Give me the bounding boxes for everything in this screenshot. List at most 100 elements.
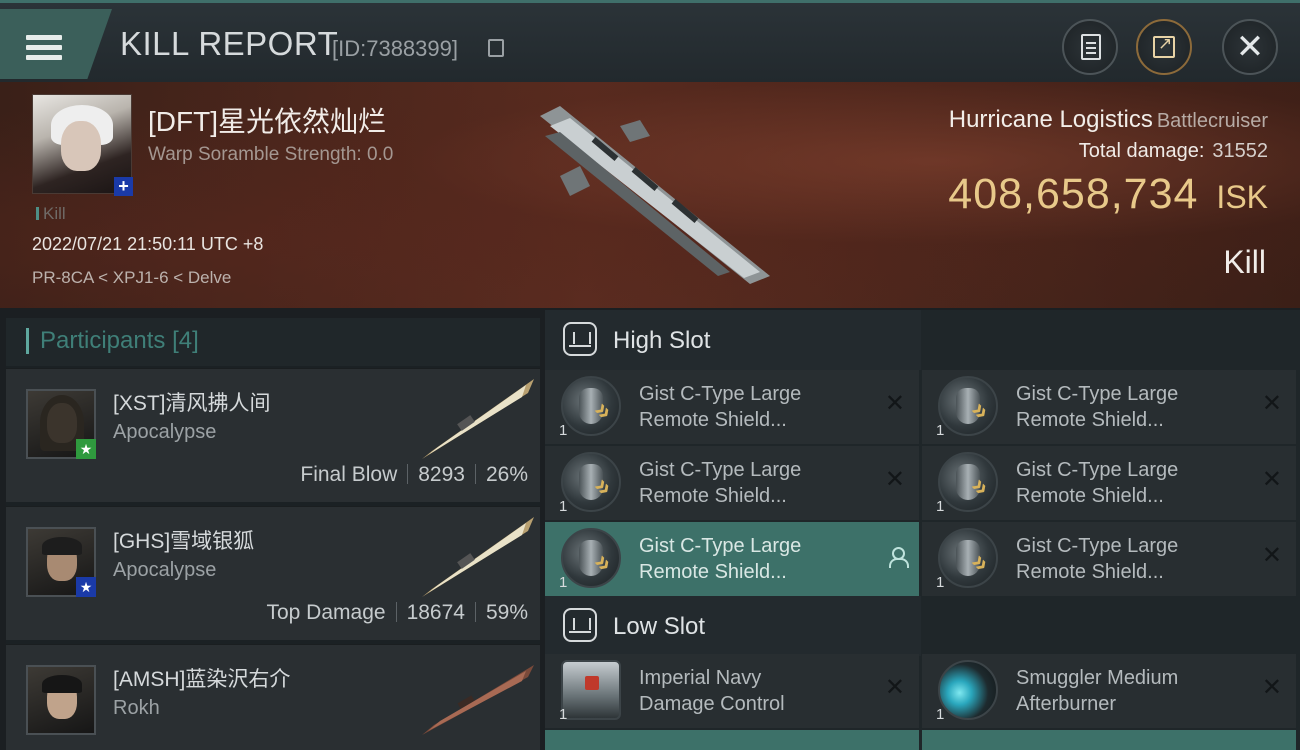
kill-location: PR-8CA < XPJ1-6 < Delve [32,268,232,287]
module-name: Gist C-Type Large Remote Shield... [639,383,802,431]
module-item[interactable]: 1 Gist C-Type LargeRemote Shield... ✕ [922,522,1296,596]
low-slot-icon [563,608,597,642]
star-icon: ★ [76,577,96,597]
module-quantity: 1 [936,498,945,515]
damage-control-icon [561,660,621,720]
close-icon[interactable]: ✕ [1262,676,1282,700]
victim-ship-name: Hurricane Logistics Battlecruiser [949,106,1268,134]
close-icon[interactable]: ✕ [885,468,905,492]
pilot-icon[interactable] [887,546,909,568]
kill-datetime: 2022/07/21 21:50:11 UTC +8 [32,234,264,254]
shield-booster-icon [561,452,621,512]
participant-percent: 26% [485,463,528,486]
close-icon[interactable]: ✕ [885,392,905,416]
close-icon: ✕ [1235,28,1265,66]
module-item-partial[interactable] [922,730,1296,750]
low-slot-title: Low Slot [613,613,706,640]
module-item[interactable]: 1 Gist C-Type LargeRemote Shield... ✕ [922,446,1296,520]
module-quantity: 1 [936,574,945,591]
ship-class: Battlecruiser [1156,110,1268,132]
isk-unit: ISK [1216,179,1268,215]
module-item[interactable]: 1 Gist C-Type LargeRemote Shield... ✕ [922,370,1296,444]
participants-header: Participants [4] [6,318,540,366]
module-quantity: 1 [936,706,945,723]
page-title: KILL REPORT [120,25,339,62]
participant-row[interactable]: ★ [XST]清风拂人间 Apocalypse Final Blow 8293 26… [6,368,540,502]
share-icon [1153,34,1175,58]
shield-booster-icon [938,528,998,588]
participant-name: [GHS]雪域银狐 [113,530,255,553]
menu-button[interactable] [0,9,112,79]
total-damage-value: 31552 [1212,140,1268,162]
module-quantity: 1 [559,706,568,723]
participant-percent: 59% [485,601,528,624]
isk-value-row: 408,658,734 ISK [948,170,1268,219]
share-button[interactable] [1136,19,1192,75]
clipboard-icon [1081,34,1101,60]
close-icon[interactable]: ✕ [1262,544,1282,568]
participants-panel: Participants [4] ★ [XST]清风拂人间 Apocalypse… [6,318,540,750]
module-item[interactable]: 1 Gist C-Type LargeRemote Shield... ✕ [545,370,919,444]
top-bar: KILL REPORT [ID:7388399] ✕ [0,0,1300,82]
plus-icon: + [114,177,133,196]
participant-row[interactable]: [AMSH]蓝染沢右介 Rokh [6,644,540,750]
participant-name: [XST]清风拂人间 [113,392,271,415]
module-name: Gist C-Type Large Remote Shield... [1016,383,1179,431]
module-quantity: 1 [559,498,568,515]
module-name: Smuggler Medium Afterburner [1016,667,1179,715]
clipboard-button[interactable] [1062,19,1118,75]
module-item[interactable]: 1 Imperial Navy Damage Control ✕ [545,654,919,728]
kill-summary-banner: + [DFT]星光依然灿烂 Warp Soramble Strength: 0.… [0,82,1300,308]
participant-ship: Rokh [113,697,160,719]
participant-avatar[interactable] [26,665,96,735]
report-id: [ID:7388399] [332,36,458,61]
participant-ship-image [422,665,534,735]
participant-avatar[interactable]: ★ [26,527,96,597]
high-slot-icon [563,322,597,356]
participant-ship-image [422,517,534,597]
module-item-partial[interactable] [545,730,919,750]
module-name: Gist C-Type Large Remote Shield... [1016,459,1179,507]
module-name: Imperial Navy Damage Control [639,667,785,715]
menu-icon [26,35,62,61]
close-button[interactable]: ✕ [1222,19,1278,75]
participant-damage: 8293 [418,463,465,486]
warp-scramble-strength: Warp Soramble Strength: 0.0 [148,144,394,165]
total-damage: Total damage: 31552 [1079,140,1268,163]
module-item-highlighted[interactable]: 1 Gist C-Type LargeRemote Shield... [545,522,919,596]
participant-row[interactable]: ★ [GHS]雪域银狐 Apocalypse Top Damage 18674 59… [6,506,540,640]
ship-name-text: Hurricane Logistics [948,106,1153,133]
participant-ship: Apocalypse [113,421,217,443]
participant-ship: Apocalypse [113,559,217,581]
module-name: Gist C-Type Large Remote Shield... [1016,535,1179,583]
fittings-panel: High Slot 1 Gist C-Type LargeRemote Shie… [545,310,1300,750]
shield-booster-icon [938,376,998,436]
victim-pilot-name: [DFT]星光依然灿烂 [148,106,386,137]
close-icon[interactable]: ✕ [1262,392,1282,416]
total-damage-label: Total damage: [1078,140,1205,162]
isk-value: 408,658,734 [948,170,1199,218]
star-icon: ★ [76,439,96,459]
participant-name: [AMSH]蓝染沢右介 [113,668,291,691]
module-name: Gist C-Type Large Remote Shield... [639,535,802,583]
shield-booster-icon [561,528,621,588]
participant-damage: 18674 [406,601,465,624]
shield-booster-icon [938,452,998,512]
module-item[interactable]: 1 Gist C-Type LargeRemote Shield... ✕ [545,446,919,520]
close-icon[interactable]: ✕ [1262,468,1282,492]
participant-role: Top Damage [266,601,386,624]
module-quantity: 1 [936,422,945,439]
close-icon[interactable]: ✕ [885,676,905,700]
module-item[interactable]: 1 Smuggler Medium Afterburner ✕ [922,654,1296,728]
participant-ship-image [422,379,534,459]
participants-title: Participants [4] [40,327,199,354]
module-quantity: 1 [559,574,568,591]
module-name: Gist C-Type Large Remote Shield... [639,459,802,507]
participant-avatar[interactable]: ★ [26,389,96,459]
low-slot-header: Low Slot [545,596,921,656]
kill-tag: Kill [36,204,66,224]
afterburner-icon [938,660,998,720]
participant-role: Final Blow [300,463,398,486]
high-slot-title: High Slot [613,327,711,354]
copy-icon[interactable] [488,39,504,57]
